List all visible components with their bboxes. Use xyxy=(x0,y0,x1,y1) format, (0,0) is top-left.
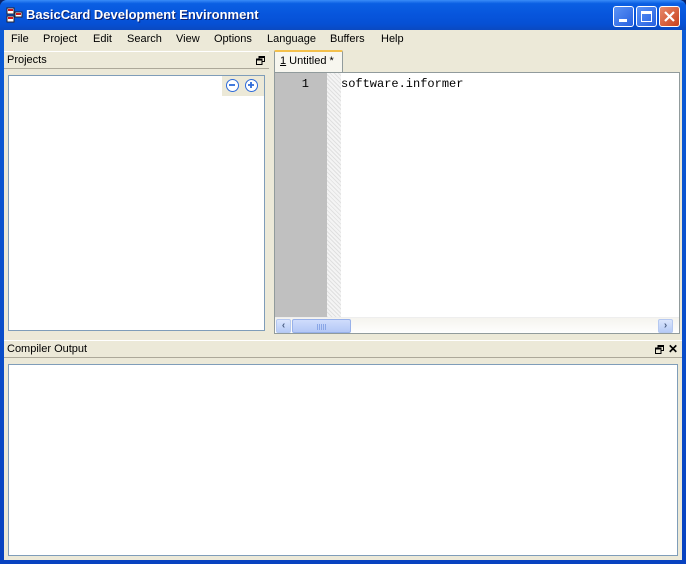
menu-bar: File Project Edit Search View Options La… xyxy=(4,30,682,50)
menu-file[interactable]: File xyxy=(11,33,29,45)
compiler-output-area[interactable] xyxy=(8,364,678,556)
close-icon xyxy=(664,11,675,22)
code-editor[interactable]: 1 software.informer ‹ › xyxy=(274,72,680,334)
scroll-left-button[interactable]: ‹ xyxy=(276,319,291,333)
plus-circle-icon xyxy=(248,82,254,88)
projects-panel-header: Projects xyxy=(4,51,269,69)
fold-margin xyxy=(327,73,341,317)
scroll-right-button[interactable]: › xyxy=(658,319,673,333)
chevron-left-icon: ‹ xyxy=(281,320,286,331)
expand-all-button[interactable] xyxy=(245,79,258,92)
projects-tree[interactable] xyxy=(8,75,265,331)
scrollbar-thumb[interactable] xyxy=(292,319,351,333)
menu-search[interactable]: Search xyxy=(127,33,162,45)
menu-edit[interactable]: Edit xyxy=(93,33,112,45)
minimize-icon xyxy=(619,19,627,22)
projects-panel-title: Projects xyxy=(7,54,47,66)
line-number: 1 xyxy=(301,77,309,91)
menu-help[interactable]: Help xyxy=(381,33,404,45)
horizontal-scrollbar[interactable]: ‹ › xyxy=(275,317,679,333)
close-panel-icon[interactable]: ✕ xyxy=(668,342,678,356)
restore-window-icon[interactable] xyxy=(256,56,265,65)
grip-icon xyxy=(317,324,326,330)
line-number-gutter: 1 xyxy=(275,73,327,317)
tab-title: Untitled * xyxy=(286,55,334,67)
app-window: BasicCard Development Environment File P… xyxy=(0,0,686,564)
collapse-all-button[interactable] xyxy=(226,79,239,92)
menu-options[interactable]: Options xyxy=(214,33,252,45)
maximize-button[interactable] xyxy=(636,6,657,27)
menu-buffers[interactable]: Buffers xyxy=(330,33,365,45)
tab-untitled[interactable]: 1 Untitled * xyxy=(274,50,343,72)
restore-window-icon[interactable] xyxy=(655,345,664,354)
minus-circle-icon xyxy=(229,84,235,86)
chevron-right-icon: › xyxy=(663,320,668,331)
window-title: BasicCard Development Environment xyxy=(26,7,259,22)
code-line[interactable]: software.informer xyxy=(341,77,463,91)
close-button[interactable] xyxy=(659,6,680,27)
client-area: File Project Edit Search View Options La… xyxy=(4,30,682,560)
tab-label: 1 Untitled * xyxy=(280,55,334,67)
menu-project[interactable]: Project xyxy=(43,33,77,45)
app-cards-icon xyxy=(6,7,23,23)
menu-language[interactable]: Language xyxy=(267,33,316,45)
title-bar[interactable]: BasicCard Development Environment xyxy=(0,0,686,30)
minimize-button[interactable] xyxy=(613,6,634,27)
menu-view[interactable]: View xyxy=(176,33,200,45)
output-panel-title: Compiler Output xyxy=(7,343,88,355)
tree-toolbar xyxy=(222,76,264,96)
maximize-icon xyxy=(641,11,652,22)
output-panel-header: Compiler Output ✕ xyxy=(4,340,682,358)
